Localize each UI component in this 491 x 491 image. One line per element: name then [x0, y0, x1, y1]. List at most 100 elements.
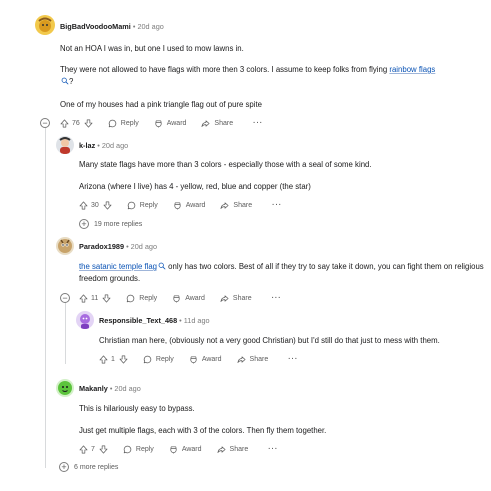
comment-meta: Makanly • 20d ago — [79, 384, 141, 394]
share-label: Share — [233, 201, 253, 209]
more-options-button[interactable]: ··· — [288, 356, 298, 363]
award-icon — [172, 294, 181, 303]
upvote-icon[interactable] — [60, 119, 69, 128]
share-label: Share — [229, 445, 249, 453]
downvote-icon[interactable] — [119, 355, 128, 364]
comment-body: Arizona (where I live) has 4 - yellow, r… — [79, 181, 479, 193]
award-button[interactable]: Award — [169, 445, 202, 454]
avatar[interactable] — [76, 311, 94, 329]
username[interactable]: Responsible_Text_468 — [99, 316, 177, 325]
downvote-icon[interactable] — [102, 294, 111, 303]
share-button[interactable]: Share — [237, 355, 269, 364]
reply-button[interactable]: Reply — [123, 445, 154, 454]
more-replies-label: 19 more replies — [94, 220, 143, 228]
username[interactable]: Makanly — [79, 384, 108, 393]
more-options-button[interactable]: ··· — [253, 120, 263, 127]
downvote-icon[interactable] — [84, 119, 93, 128]
plus-icon: + — [79, 219, 89, 229]
reply-label: Reply — [139, 294, 158, 302]
timestamp[interactable]: 20d ago — [137, 22, 163, 31]
avatar[interactable] — [35, 15, 55, 35]
reply-button[interactable]: Reply — [143, 355, 174, 364]
search-icon[interactable] — [158, 262, 166, 270]
timestamp[interactable]: 20d ago — [114, 384, 140, 393]
award-label: Award — [181, 445, 202, 453]
minus-icon: − — [42, 118, 48, 128]
comment-body: Many state flags have more than 3 colors… — [79, 159, 479, 171]
username[interactable]: k-laz — [79, 141, 95, 150]
share-button[interactable]: Share — [220, 201, 252, 210]
comment-body: Christian man here, (obviously not a ver… — [99, 335, 484, 347]
comment-icon — [123, 445, 132, 454]
award-label: Award — [185, 201, 206, 209]
award-icon — [154, 119, 163, 128]
more-replies-button[interactable]: + 6 more replies — [59, 462, 118, 472]
search-icon[interactable] — [61, 77, 69, 85]
downvote-icon[interactable] — [99, 445, 108, 454]
vote-count: 30 — [91, 201, 99, 209]
avatar[interactable] — [56, 237, 74, 255]
comment-body: One of my houses had a pink triangle fla… — [60, 99, 480, 111]
search-link[interactable]: the satanic temple flag — [79, 262, 157, 271]
thread-line — [65, 302, 66, 364]
search-link[interactable]: rainbow flags — [389, 65, 435, 74]
avatar[interactable] — [56, 136, 74, 154]
vote-count: 1 — [111, 355, 115, 363]
more-replies-button[interactable]: + 19 more replies — [79, 219, 142, 229]
award-label: Award — [185, 294, 205, 302]
reply-label: Reply — [135, 445, 154, 453]
more-options-button[interactable]: ··· — [268, 446, 278, 453]
share-button[interactable]: Share — [220, 294, 252, 303]
paragraph: Not an HOA I was in, but one I used to m… — [60, 44, 244, 53]
comment-body: This is hilariously easy to bypass. — [79, 403, 479, 415]
comment-body: Just get multiple flags, each with 3 of … — [79, 425, 479, 437]
username[interactable]: BigBadVoodooMami — [60, 22, 131, 31]
username[interactable]: Paradox1989 — [79, 242, 124, 251]
reply-button[interactable]: Reply — [126, 294, 157, 303]
upvote-icon[interactable] — [79, 294, 88, 303]
upvote-icon[interactable] — [99, 355, 108, 364]
share-label: Share — [232, 294, 252, 302]
award-label: Award — [201, 355, 222, 363]
award-button[interactable]: Award — [189, 355, 222, 364]
paragraph: Arizona (where I live) has 4 - yellow, r… — [79, 182, 311, 191]
avatar[interactable] — [56, 379, 74, 397]
paragraph: Just get multiple flags, each with 3 of … — [79, 426, 327, 435]
share-icon — [201, 119, 210, 128]
reply-button[interactable]: Reply — [127, 201, 158, 210]
upvote-icon[interactable] — [79, 201, 88, 210]
collapse-thread-button[interactable]: − — [40, 118, 50, 128]
more-options-button[interactable]: ··· — [272, 295, 282, 302]
separator: • — [126, 242, 129, 251]
timestamp[interactable]: 20d ago — [131, 242, 157, 251]
vote-count: 76 — [72, 119, 80, 127]
award-button[interactable]: Award — [173, 201, 206, 210]
timestamp[interactable]: 20d ago — [102, 141, 128, 150]
reply-button[interactable]: Reply — [108, 119, 139, 128]
comment-body: They were not allowed to have flags with… — [60, 64, 480, 87]
comment-body: the satanic temple flag only has two col… — [79, 261, 484, 284]
comment-icon — [127, 201, 136, 210]
comment-actions: 76 Reply Award Share ··· — [60, 117, 263, 129]
share-label: Share — [249, 355, 269, 363]
more-options-button[interactable]: ··· — [272, 202, 282, 209]
share-icon — [237, 355, 246, 364]
comment-actions: 7 Reply Award Share ··· — [79, 443, 278, 455]
vote-count: 11 — [91, 294, 99, 302]
comment-meta: k-laz • 20d ago — [79, 141, 128, 151]
upvote-icon[interactable] — [79, 445, 88, 454]
comment-actions: 11 Reply Award Share ··· — [79, 292, 282, 304]
more-replies-label: 6 more replies — [74, 463, 119, 471]
downvote-icon[interactable] — [103, 201, 112, 210]
separator: • — [109, 384, 113, 393]
timestamp[interactable]: 11d ago — [184, 316, 210, 325]
paragraph: One of my houses had a pink triangle fla… — [60, 100, 262, 109]
award-button[interactable]: Award — [172, 294, 205, 303]
award-button[interactable]: Award — [154, 119, 186, 128]
share-icon — [220, 294, 229, 303]
award-icon — [173, 201, 182, 210]
collapse-thread-button[interactable]: − — [60, 293, 70, 303]
plus-icon: + — [59, 462, 69, 472]
share-button[interactable]: Share — [217, 445, 249, 454]
share-button[interactable]: Share — [201, 119, 233, 128]
